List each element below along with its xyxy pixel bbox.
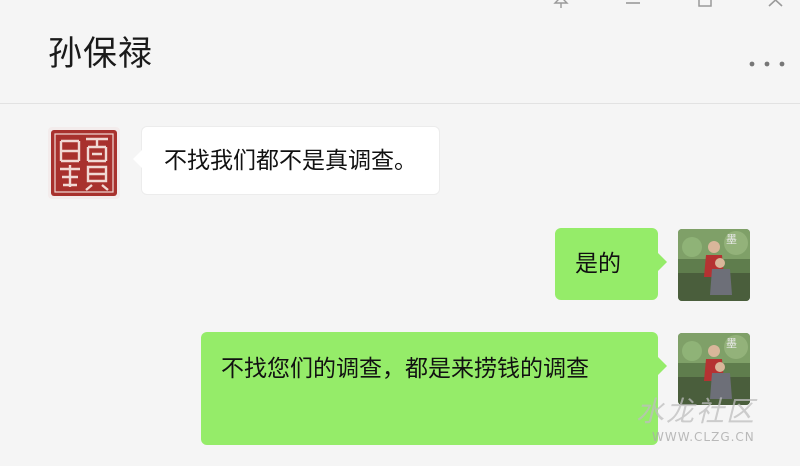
more-dots-icon[interactable] [745, 56, 789, 72]
pin-icon[interactable] [550, 0, 572, 14]
my-avatar[interactable]: 墨 [678, 229, 750, 301]
minimize-icon[interactable] [622, 0, 644, 14]
maximize-icon[interactable] [694, 0, 716, 14]
close-icon[interactable] [765, 0, 787, 14]
site-watermark: 水龙社区 WWW.CLZG.CN [634, 390, 790, 456]
chat-header: 孙保禄 [0, 0, 800, 104]
chat-title: 孙保禄 [48, 34, 153, 74]
message-bubble-outgoing[interactable]: 不找您们的调查，都是来捞钱的调查 [201, 332, 667, 445]
message-bubble-outgoing[interactable]: 是的 [555, 228, 667, 300]
message-bubble-incoming[interactable]: 不找我们都不是真调查。 [133, 126, 440, 195]
watermark-url: WWW.CLZG.CN [652, 430, 755, 444]
svg-text:墨: 墨 [726, 233, 737, 246]
svg-text:墨: 墨 [726, 337, 737, 350]
photo-avatar-image: 墨 [678, 229, 750, 301]
watermark-text: 水龙社区 [636, 395, 757, 428]
seal-avatar-image [48, 127, 120, 199]
contact-avatar[interactable] [48, 127, 120, 199]
